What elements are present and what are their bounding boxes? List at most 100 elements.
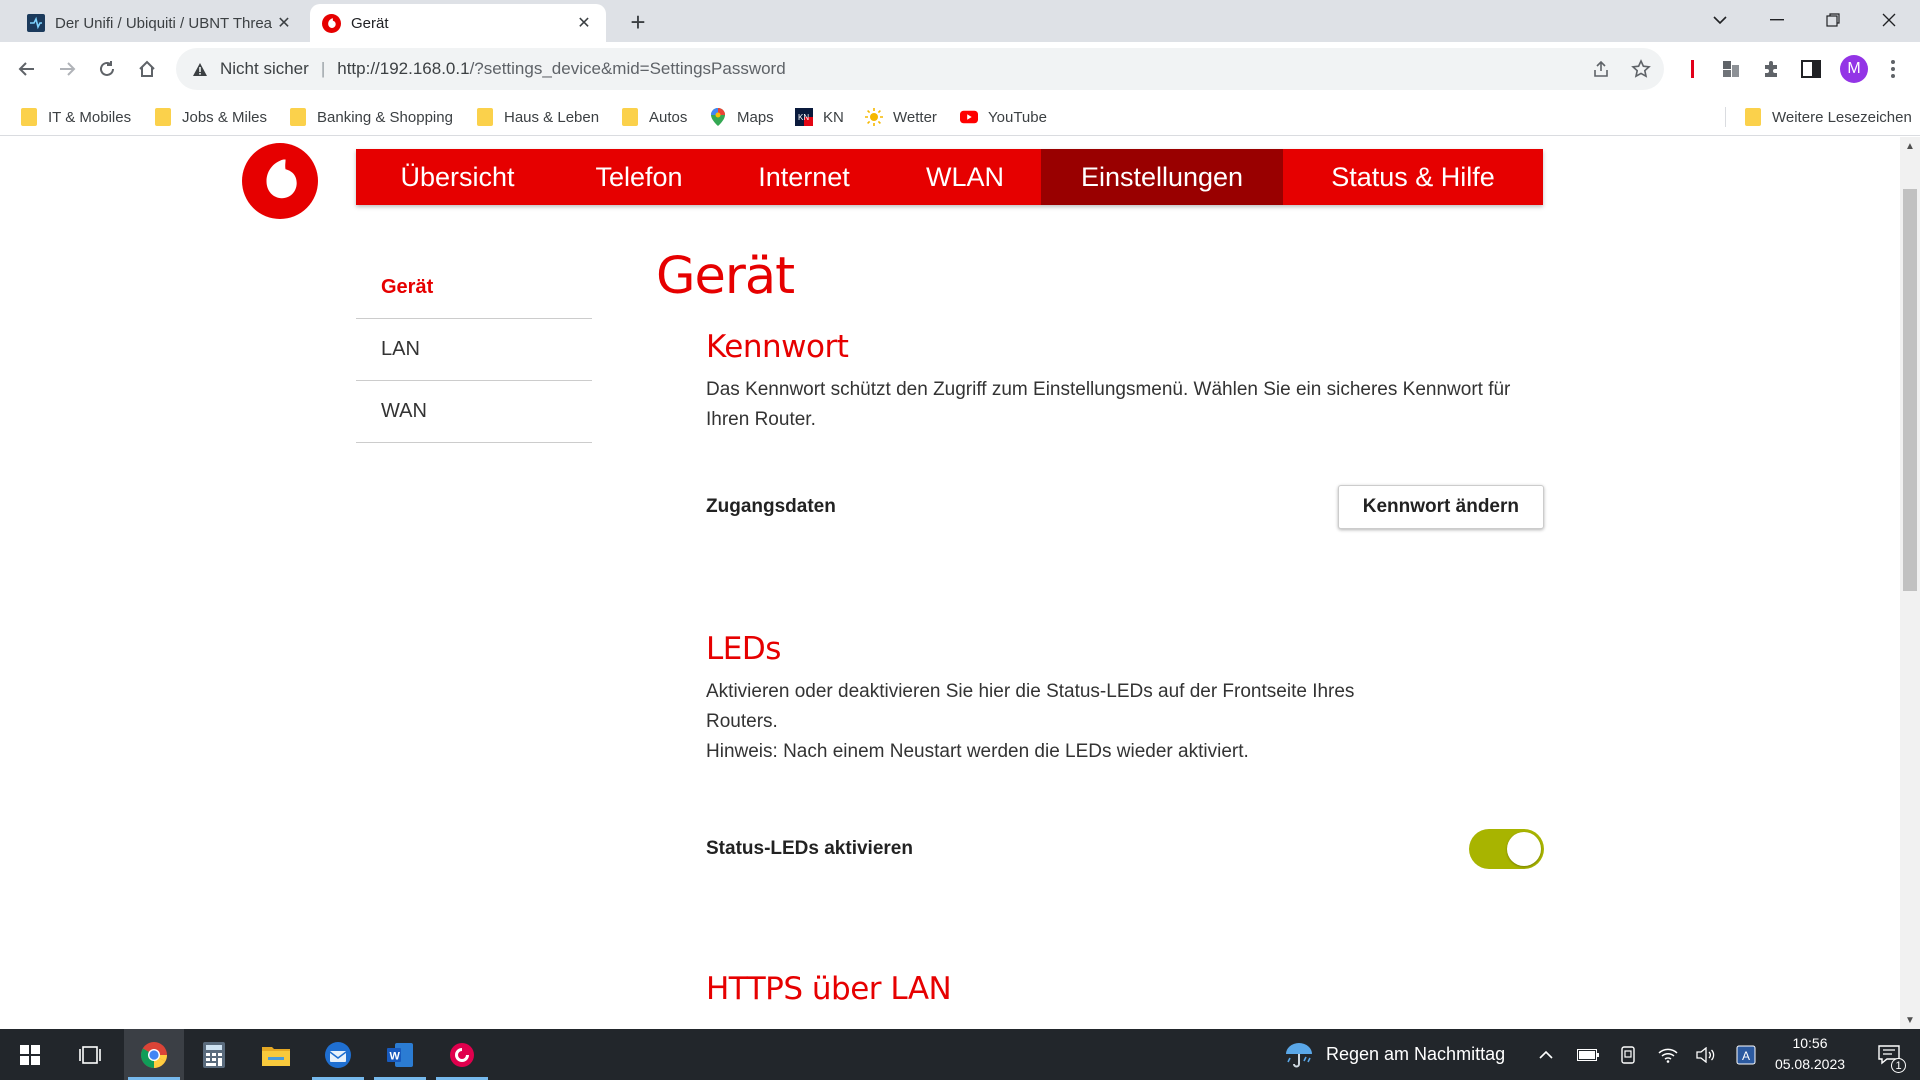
https-section: HTTPS über LAN [706,971,1544,1007]
notification-count: 1 [1891,1058,1906,1073]
section-title-kennwort: Kennwort [706,329,849,365]
side-panel-icon[interactable] [1794,52,1828,86]
sidebar-item-lan[interactable]: LAN [356,319,592,381]
weather-text: Regen am Nachmittag [1326,1044,1506,1064]
settings-sidebar: Gerät LAN WAN [356,257,592,443]
word-taskbar-icon[interactable]: W [370,1029,430,1080]
nav-internet[interactable]: Internet [719,149,889,205]
extensions-icon[interactable] [1754,52,1788,86]
folder-icon [154,108,172,126]
leds-section: LEDs Aktivieren oder deaktivieren Sie hi… [706,631,1544,869]
notification-center-icon[interactable]: 1 [1866,1029,1912,1080]
clock-date: 05.08.2023 [1774,1056,1846,1072]
other-bookmarks-folder[interactable]: Weitere Lesezeichen [1744,98,1912,136]
chevron-up-icon[interactable] [1528,1029,1564,1080]
minimize-button[interactable] [1752,0,1802,40]
bookmark-star-icon[interactable] [1624,52,1658,86]
bookmark-label: YouTube [988,108,1047,126]
url-path[interactable]: /?settings_device&mid=SettingsPassword [470,59,786,79]
battery-icon[interactable] [1570,1029,1606,1080]
youtube-icon [960,108,978,126]
windows-start-icon[interactable] [0,1029,60,1080]
folder-icon [1744,108,1762,126]
bookmark-folder-jobs-miles[interactable]: Jobs & Miles [154,98,267,136]
leds-description: Aktivieren oder deaktivieren Sie hier di… [706,681,1355,732]
calculator-taskbar-icon[interactable] [184,1029,244,1080]
svg-text:KN: KN [798,113,809,122]
extension-puzzle-grey-icon[interactable] [1714,52,1748,86]
main-content: Gerät Kennwort Das Kennwort schützt den … [656,247,1544,1007]
device-icon[interactable] [1610,1029,1646,1080]
change-password-button[interactable]: Kennwort ändern [1337,485,1544,529]
bookmark-folder-haus-leben[interactable]: Haus & Leben [476,98,599,136]
forward-icon[interactable] [50,52,84,86]
wifi-icon[interactable] [1650,1029,1686,1080]
bookmark-youtube[interactable]: YouTube [960,98,1047,136]
nav-einstellungen[interactable]: Einstellungen [1041,149,1283,205]
back-icon[interactable] [10,52,44,86]
section-title-https: HTTPS über LAN [706,971,952,1007]
file-explorer-taskbar-icon[interactable] [246,1029,306,1080]
tab-search-icon[interactable] [1695,0,1745,40]
svg-text:A: A [1742,1049,1750,1063]
volume-icon[interactable] [1688,1029,1724,1080]
nav-status-hilfe[interactable]: Status & Hilfe [1283,149,1543,205]
tab-title: Der Unifi / Ubiquiti / UBNT Threa [55,14,273,32]
bookmark-label: Autos [649,108,688,126]
browser-toolbar: Nicht sicher | http://192.168.0.1/?setti… [0,42,1920,98]
tab-title: Gerät [351,14,389,32]
home-icon[interactable] [130,52,164,86]
folder-icon [476,108,494,126]
clock-time: 10:56 [1792,1035,1828,1051]
chrome-taskbar-icon[interactable] [124,1029,184,1080]
status-leds-toggle[interactable] [1469,829,1544,869]
reload-icon[interactable] [90,52,124,86]
sidebar-item-wan[interactable]: WAN [356,381,592,443]
bookmark-wetter[interactable]: Wetter [865,98,937,136]
extension-red-icon[interactable] [1676,52,1710,86]
new-tab-button[interactable]: + [624,7,652,37]
bookmark-maps[interactable]: Maps [709,98,774,136]
bookmark-folder-banking-shopping[interactable]: Banking & Shopping [289,98,453,136]
sidebar-item-geraet[interactable]: Gerät [356,257,592,319]
separator: | [320,59,326,78]
vodafone-logo[interactable] [242,143,318,219]
weather-widget[interactable]: Regen am Nachmittag [1284,1029,1505,1080]
menu-dots-icon[interactable] [1876,52,1910,86]
app-red-circle-taskbar-icon[interactable] [432,1029,492,1080]
nav-wlan[interactable]: WLAN [889,149,1041,205]
bookmark-kn[interactable]: KN KN [795,98,844,136]
profile-avatar[interactable]: M [1840,55,1868,83]
system-clock[interactable]: 10:56 05.08.2023 [1760,1033,1860,1075]
thunderbird-taskbar-icon[interactable] [308,1029,368,1080]
folder-icon [621,108,639,126]
task-view-icon[interactable] [60,1029,120,1080]
restore-button[interactable] [1808,0,1858,40]
scroll-up-arrow-icon[interactable]: ▲ [1900,137,1920,155]
keyboard-lock-icon[interactable]: A [1728,1029,1764,1080]
bookmark-label: Weitere Lesezeichen [1772,108,1912,126]
nav-uebersicht[interactable]: Übersicht [356,149,559,205]
zugangsdaten-label: Zugangsdaten [706,496,836,517]
folder-icon [289,108,307,126]
share-icon[interactable] [1584,52,1618,86]
close-window-button[interactable] [1864,0,1914,40]
address-bar[interactable]: Nicht sicher | http://192.168.0.1/?setti… [176,48,1664,90]
scroll-down-arrow-icon[interactable]: ▼ [1900,1011,1920,1029]
page-scrollbar[interactable]: ▲ ▼ [1900,137,1920,1029]
bookmark-label: Banking & Shopping [317,108,453,126]
warning-icon[interactable] [190,59,210,79]
security-label[interactable]: Nicht sicher [220,59,309,79]
forum-icon [26,14,45,33]
nav-telefon[interactable]: Telefon [559,149,719,205]
bookmark-label: Maps [737,108,774,126]
bookmark-folder-autos[interactable]: Autos [621,98,687,136]
url-host[interactable]: http://192.168.0.1 [337,59,469,79]
bookmark-folder-it-mobiles[interactable]: IT & Mobiles [20,98,131,136]
scroll-thumb[interactable] [1903,189,1917,591]
close-icon[interactable]: ✕ [574,13,594,33]
rain-umbrella-icon [1284,1041,1314,1069]
tab-geraet[interactable]: Gerät ✕ [310,4,606,42]
tab-unifi-forum[interactable]: Der Unifi / Ubiquiti / UBNT Threa ✕ [14,4,306,42]
close-icon[interactable]: ✕ [274,13,294,33]
